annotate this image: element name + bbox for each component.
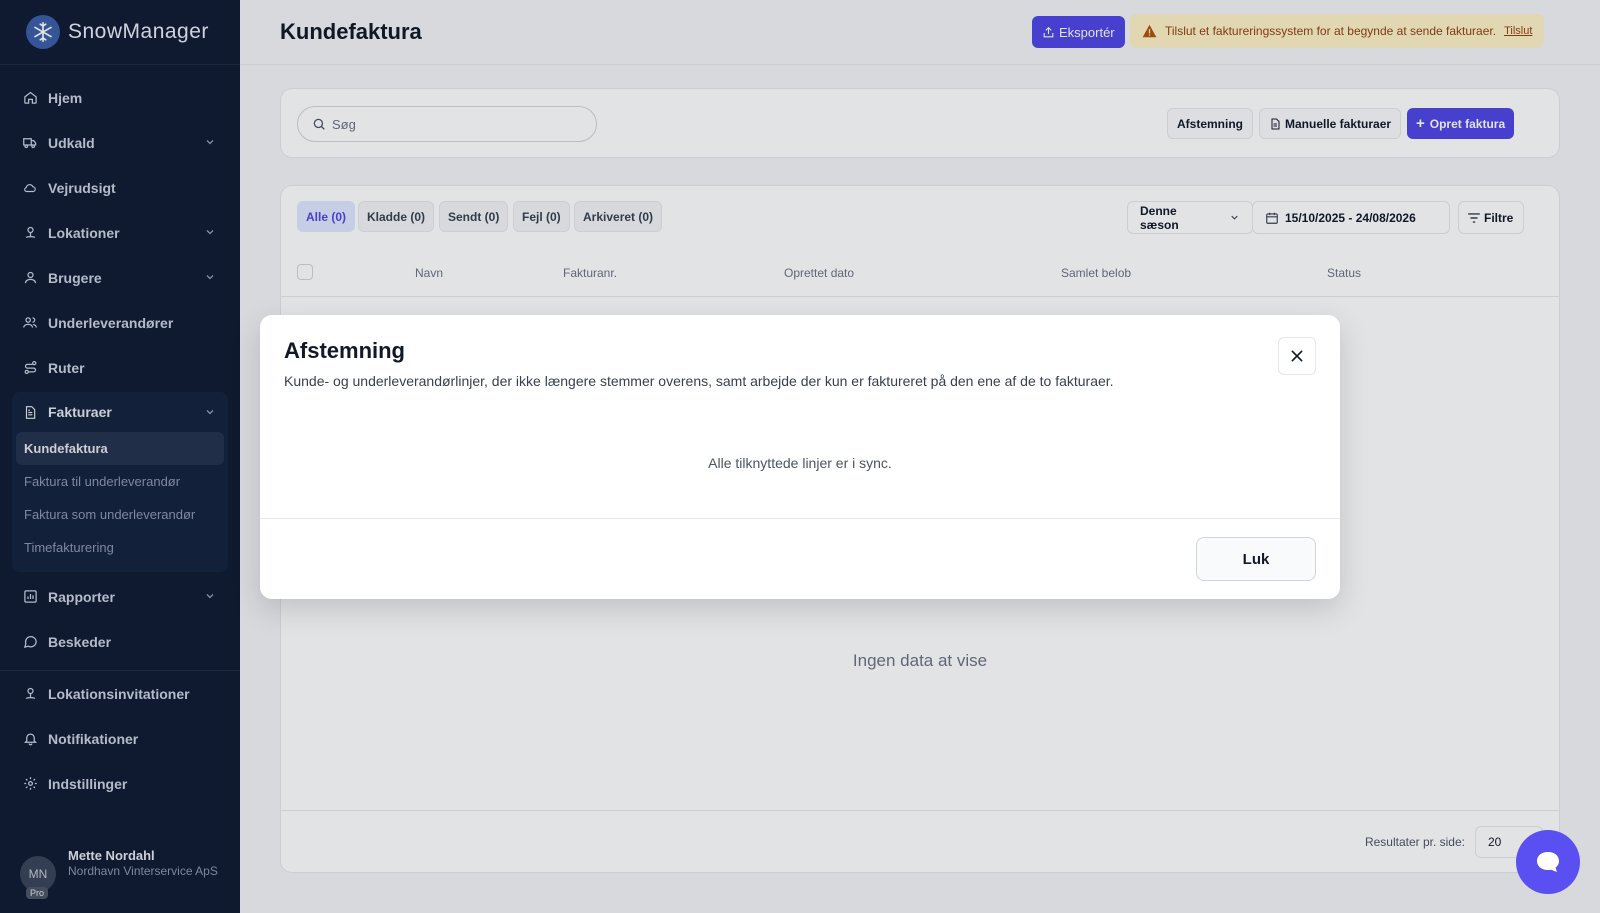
modal-message: Alle tilknyttede linjer er i sync. — [708, 455, 892, 471]
chat-button[interactable] — [1516, 830, 1580, 894]
close-button[interactable] — [1278, 337, 1316, 375]
modal-description: Kunde- og underleverandørlinjer, der ikk… — [284, 373, 1114, 389]
chat-icon — [1535, 850, 1561, 874]
reconcile-modal: Afstemning Kunde- og underleverandørlinj… — [260, 315, 1340, 599]
modal-title: Afstemning — [284, 338, 405, 363]
modal-divider — [260, 518, 1340, 519]
close-icon — [1289, 348, 1305, 364]
luk-button[interactable]: Luk — [1196, 537, 1316, 581]
